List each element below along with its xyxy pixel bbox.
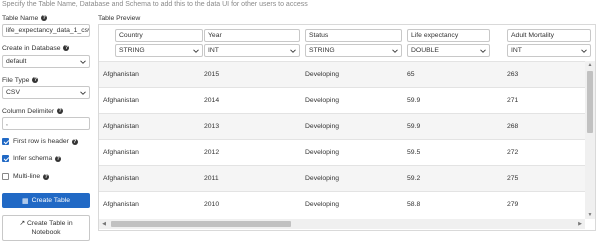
table-cell: Developing <box>305 123 340 130</box>
table-cell: 268 <box>507 123 519 130</box>
table-cell: 2014 <box>204 97 220 104</box>
checkbox-checked-icon[interactable] <box>2 155 9 162</box>
table-cell: Afghanistan <box>103 97 139 104</box>
table-cell: 59.9 <box>407 123 421 130</box>
chevron-down-icon <box>480 49 486 53</box>
chevron-down-icon <box>80 91 86 95</box>
horizontal-scrollbar[interactable]: ◀ ▶ <box>99 219 585 229</box>
table-cell: 59.5 <box>407 149 421 156</box>
table-cell: 272 <box>507 149 519 156</box>
column-name-input[interactable]: Adult Mortality <box>507 29 591 42</box>
table-cell: Afghanistan <box>103 123 139 130</box>
table-cell: 2013 <box>204 123 220 130</box>
scroll-up-icon[interactable]: ▲ <box>587 62 593 68</box>
column-delimiter-label: Column Delimiter ? <box>2 108 64 115</box>
table-row: Afghanistan 2014 Developing 59.9 271 <box>99 87 585 113</box>
table-cell: Afghanistan <box>103 201 139 208</box>
table-cell: 58.8 <box>407 201 421 208</box>
scroll-right-icon[interactable]: ▶ <box>577 221 583 227</box>
external-link-icon: ↗ <box>19 220 26 227</box>
create-table-button[interactable]: ▦ Create Table <box>2 193 90 208</box>
table-row: Afghanistan 2012 Developing 59.5 272 <box>99 139 585 165</box>
table-cell: Developing <box>305 175 340 182</box>
help-icon: ? <box>57 108 64 115</box>
table-cell: 2012 <box>204 149 220 156</box>
table-preview: Country Year Status Life expectancy Adul… <box>98 24 596 231</box>
chevron-down-icon <box>80 60 86 64</box>
table-cell: Developing <box>305 97 340 104</box>
table-cell: 271 <box>507 97 519 104</box>
help-icon: ? <box>41 15 48 22</box>
table-row: Afghanistan 2015 Developing 65 263 <box>99 61 585 87</box>
infer-schema-checkbox[interactable]: Infer schema ? <box>2 155 62 162</box>
chevron-down-icon <box>581 49 587 53</box>
table-cell: Afghanistan <box>103 71 139 78</box>
table-cell: 59.2 <box>407 175 421 182</box>
scrollbar-thumb[interactable] <box>111 221 291 227</box>
create-in-database-select[interactable]: default <box>2 55 90 68</box>
checkbox-unchecked-icon[interactable] <box>2 173 9 180</box>
help-icon: ? <box>55 155 62 162</box>
chevron-down-icon <box>392 49 398 53</box>
table-cell: Afghanistan <box>103 175 139 182</box>
column-name-input[interactable]: Life expectancy <box>407 29 490 42</box>
table-preview-title: Table Preview <box>98 15 141 22</box>
table-icon: ▦ <box>21 197 29 205</box>
table-cell: 65 <box>407 71 415 78</box>
table-cell: Afghanistan <box>103 149 139 156</box>
first-row-header-checkbox[interactable]: First row is header ? <box>2 138 78 145</box>
table-cell: Developing <box>305 201 340 208</box>
chevron-down-icon <box>290 49 296 53</box>
column-type-select[interactable]: STRING <box>115 44 203 57</box>
column-type-select[interactable]: DOUBLE <box>407 44 490 57</box>
table-cell: Developing <box>305 149 340 156</box>
table-row: Afghanistan 2011 Developing 59.2 275 <box>99 165 585 191</box>
create-in-database-label: Create in Database ? <box>2 45 70 52</box>
scroll-down-icon[interactable]: ▼ <box>587 212 593 218</box>
chevron-down-icon <box>193 49 199 53</box>
table-name-label: Table Name ? <box>2 15 48 22</box>
column-delimiter-input[interactable]: , <box>2 117 90 130</box>
multi-line-checkbox[interactable]: Multi-line ? <box>2 173 50 180</box>
preview-rows: Afghanistan 2015 Developing 65 263 Afgha… <box>99 61 585 219</box>
table-cell: 2011 <box>204 175 219 182</box>
table-cell: 263 <box>507 71 519 78</box>
column-name-input[interactable]: Status <box>305 29 402 42</box>
help-icon: ? <box>32 77 39 84</box>
column-type-select[interactable]: INT <box>507 44 591 57</box>
help-icon: ? <box>43 173 50 180</box>
help-icon: ? <box>63 45 70 52</box>
scrollbar-thumb[interactable] <box>587 71 593 133</box>
column-name-input[interactable]: Country <box>115 29 203 42</box>
table-cell: 2015 <box>204 71 220 78</box>
file-type-label: File Type ? <box>2 77 39 84</box>
table-cell: 59.9 <box>407 97 421 104</box>
help-icon: ? <box>71 138 78 145</box>
table-cell: Developing <box>305 71 340 78</box>
table-row: Afghanistan 2013 Developing 59.9 268 <box>99 113 585 139</box>
table-cell: 275 <box>507 175 519 182</box>
column-headers: Country Year Status Life expectancy Adul… <box>99 25 595 61</box>
table-name-input[interactable]: life_expectancy_data_1_csv <box>2 24 90 37</box>
table-cell: 2010 <box>204 201 220 208</box>
scroll-left-icon[interactable]: ◀ <box>101 221 107 227</box>
column-type-select[interactable]: INT <box>204 44 300 57</box>
table-row: Afghanistan 2010 Developing 58.8 279 <box>99 191 585 217</box>
table-cell: 279 <box>507 201 519 208</box>
instructions-text: Specify the Table Name, Database and Sch… <box>2 1 308 8</box>
vertical-scrollbar[interactable]: ▲ ▼ <box>585 61 595 219</box>
create-table-in-notebook-button[interactable]: ↗ Create Table in Notebook <box>2 215 90 241</box>
column-type-select[interactable]: STRING <box>305 44 402 57</box>
file-type-select[interactable]: CSV <box>2 86 90 99</box>
checkbox-checked-icon[interactable] <box>2 138 9 145</box>
column-name-input[interactable]: Year <box>204 29 300 42</box>
